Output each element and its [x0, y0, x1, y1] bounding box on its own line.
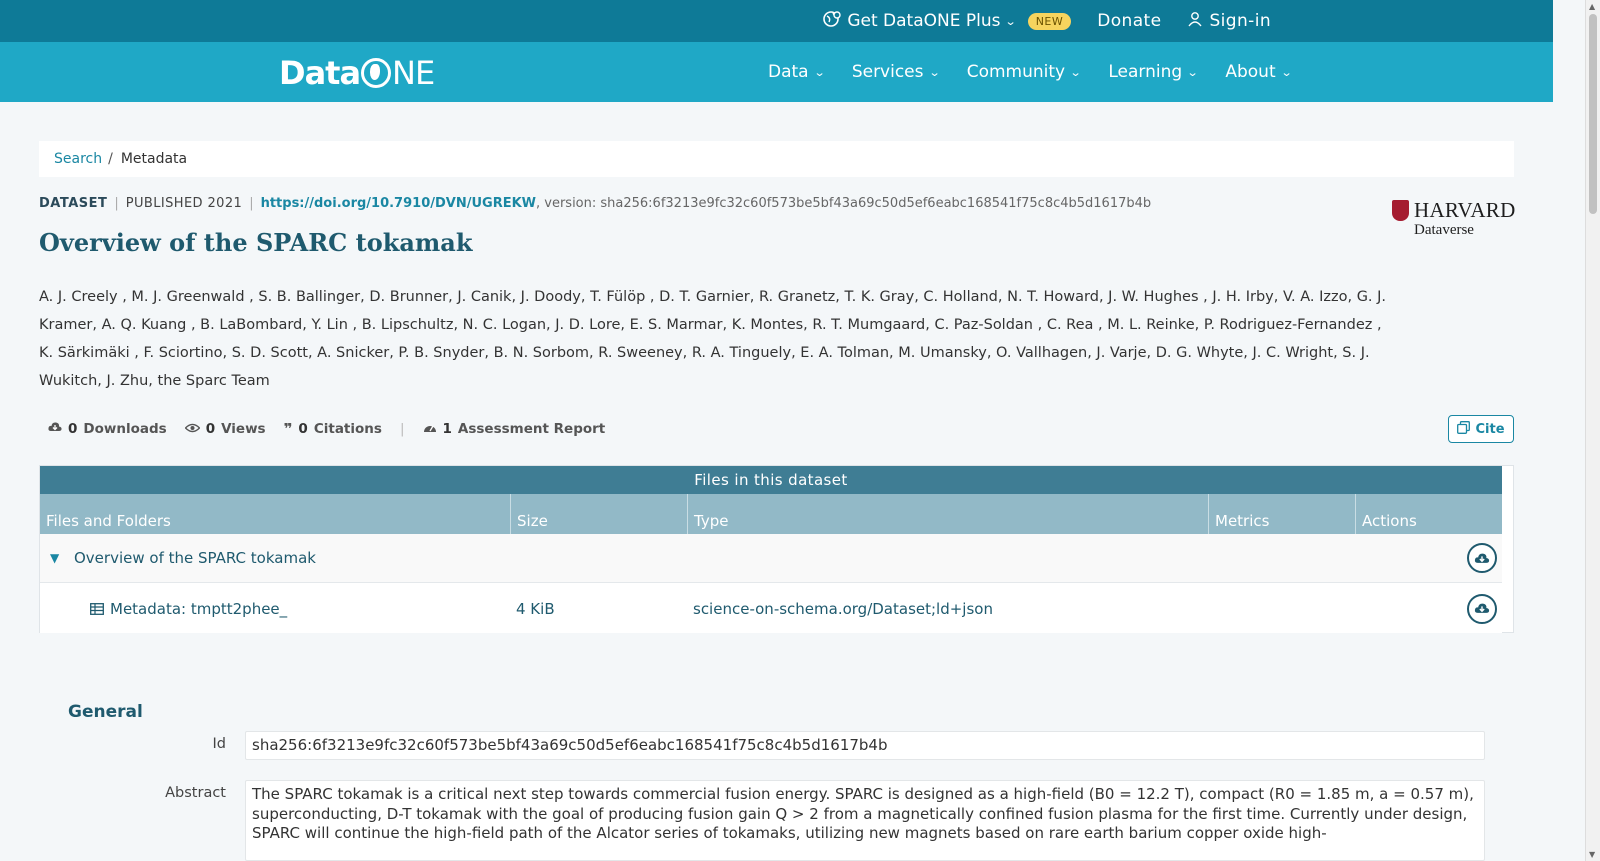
eye-icon [184, 421, 201, 437]
file-type: science-on-schema.org/Dataset;ld+json [693, 599, 993, 618]
gauge-icon [423, 421, 437, 437]
abstract-field[interactable]: The SPARC tokamak is a critical next ste… [245, 780, 1485, 861]
folder-name[interactable]: Overview of the SPARC tokamak [74, 549, 316, 567]
files-table-header: Files and Folders Size Type Metrics Acti… [40, 494, 1502, 534]
file-name[interactable]: Metadata: tmptt2phee_ [110, 600, 287, 618]
divider: | [399, 421, 405, 437]
divider: | [249, 196, 254, 211]
donate-link[interactable]: Donate [1097, 11, 1161, 31]
nav-learning-label: Learning [1108, 62, 1183, 82]
downloads-label: Downloads [83, 421, 167, 437]
nav-about-label: About [1225, 62, 1276, 82]
authors-list: A. J. Creely , M. J. Greenwald , S. B. B… [39, 289, 1387, 389]
chevron-down-icon: ⌄ [1186, 65, 1199, 79]
globe-gear-icon [823, 10, 842, 33]
files-table: Files in this dataset Files and Folders … [39, 465, 1514, 633]
nav-about[interactable]: About ⌄ [1225, 62, 1293, 82]
get-dataone-plus-menu[interactable]: Get DataONE Plus ⌄ NEW [823, 10, 1072, 33]
column-header-actions[interactable]: Actions [1356, 494, 1502, 534]
nav-learning[interactable]: Learning ⌄ [1108, 62, 1199, 82]
file-name-cell[interactable]: Metadata: tmptt2phee_ [90, 600, 287, 618]
column-header-size[interactable]: Size [511, 494, 688, 534]
table-row-folder[interactable]: ▼ Overview of the SPARC tokamak [40, 534, 1502, 583]
files-table-title: Files in this dataset [40, 466, 1502, 494]
top-utility-bar: Get DataONE Plus ⌄ NEW Donate Sign-in [0, 0, 1553, 42]
logo-text-data: Data [279, 54, 361, 92]
nav-data[interactable]: Data ⌄ [768, 62, 826, 82]
nav-community-label: Community [966, 62, 1066, 82]
abstract-label: Abstract [165, 785, 226, 801]
chevron-down-icon: ⌄ [1280, 65, 1293, 79]
quote-icon: ❞ [283, 420, 293, 438]
main-navbar: Data NE Data ⌄ Services ⌄ Community ⌄ Learn… [0, 42, 1553, 102]
nav-community[interactable]: Community ⌄ [966, 62, 1082, 82]
views-label: Views [221, 421, 266, 437]
chevron-down-icon: ⌄ [928, 65, 941, 79]
dataone-logo[interactable]: Data NE [279, 54, 435, 92]
breadcrumb-current: Metadata [120, 151, 188, 167]
doi-link[interactable]: https://doi.org/10.7910/DVN/UGREKW [261, 196, 536, 211]
cloud-download-icon [1474, 603, 1490, 613]
caret-down-icon[interactable]: ▼ [50, 551, 59, 565]
sign-in-label: Sign-in [1209, 11, 1271, 31]
downloads-stat: 0 Downloads [48, 421, 167, 437]
dataset-type-label: DATASET [39, 196, 108, 211]
dataset-meta-line: DATASET | PUBLISHED 2021 | https://doi.o… [39, 196, 1151, 211]
breadcrumb-separator: / [108, 151, 113, 167]
nav-services-label: Services [851, 62, 924, 82]
get-dataone-plus-label: Get DataONE Plus [847, 11, 1001, 31]
assessment-label: Assessment Report [457, 421, 606, 437]
nav-data-label: Data [768, 62, 809, 82]
download-file-button[interactable] [1467, 593, 1497, 624]
page-title: Overview of the SPARC tokamak [39, 228, 473, 257]
cloud-download-icon [48, 421, 62, 437]
new-badge: NEW [1027, 12, 1072, 30]
repository-sub: Dataverse [1414, 222, 1474, 238]
published-label: PUBLISHED 2021 [125, 196, 243, 211]
repository-name: HARVARD [1414, 198, 1516, 222]
scrollbar-thumb[interactable] [1589, 14, 1597, 214]
breadcrumb-search-link[interactable]: Search [54, 151, 102, 167]
assessment-stat[interactable]: 1 Assessment Report [423, 421, 606, 437]
chevron-down-icon: ⌄ [1005, 14, 1018, 28]
dataset-stats: 0 Downloads 0 Views ❞ 0 Citations | 1 As… [48, 420, 605, 438]
cite-label: Cite [1475, 421, 1505, 437]
download-folder-button[interactable] [1467, 543, 1497, 573]
citations-stat: ❞ 0 Citations [284, 420, 382, 438]
table-icon [90, 602, 104, 615]
cite-button[interactable]: Cite [1448, 415, 1514, 443]
sign-in-link[interactable]: Sign-in [1187, 11, 1271, 32]
breadcrumb: Search / Metadata [39, 141, 1514, 177]
user-icon [1187, 11, 1203, 32]
divider: | [114, 196, 119, 211]
column-header-type[interactable]: Type [688, 494, 1209, 534]
page-scrollbar[interactable]: ▲ ▼ [1585, 0, 1600, 861]
cloud-download-icon [1474, 553, 1490, 563]
views-stat: 0 Views [184, 421, 266, 437]
globe-icon [361, 58, 392, 88]
downloads-count: 0 [68, 421, 78, 437]
harvard-shield-icon [1392, 200, 1409, 221]
citations-label: Citations [313, 421, 382, 437]
column-header-files[interactable]: Files and Folders [40, 494, 511, 534]
nav-services[interactable]: Services ⌄ [851, 62, 941, 82]
assessment-count: 1 [442, 421, 452, 437]
logo-text-ne: NE [392, 54, 435, 92]
citations-count: 0 [298, 421, 308, 437]
chevron-down-icon: ⌄ [1069, 65, 1082, 79]
id-label: Id [212, 736, 226, 752]
copy-icon [1457, 420, 1471, 438]
column-header-metrics[interactable]: Metrics [1209, 494, 1356, 534]
version-text: , version: sha256:6f3213e9fc32c60f573be5… [536, 196, 1152, 211]
views-count: 0 [205, 421, 216, 437]
chevron-down-icon: ⌄ [813, 65, 826, 79]
file-size: 4 KiB [516, 599, 555, 618]
id-field[interactable]: sha256:6f3213e9fc32c60f573be5bf43a69c50d… [245, 731, 1485, 760]
general-heading: General [68, 702, 143, 722]
table-row-file[interactable]: Metadata: tmptt2phee_ 4 KiB science-on-s… [40, 584, 1502, 633]
scroll-down-arrow-icon[interactable]: ▼ [1589, 850, 1595, 859]
scroll-up-arrow-icon[interactable]: ▲ [1589, 2, 1595, 11]
